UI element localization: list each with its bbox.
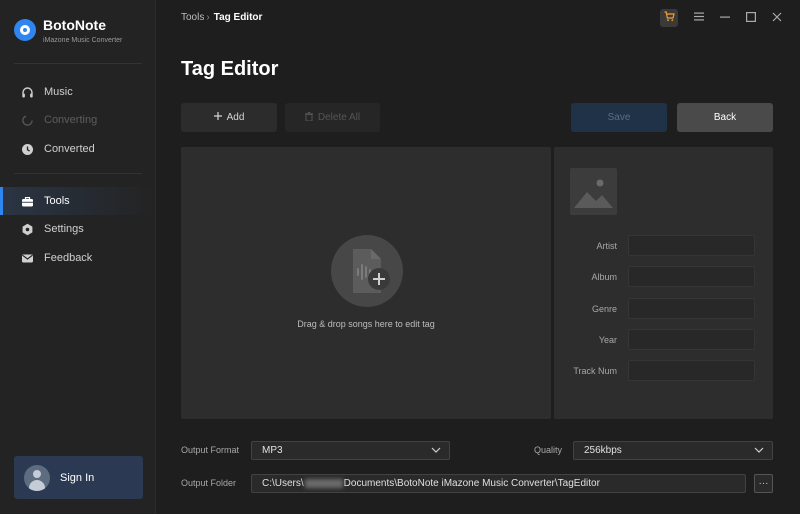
- toolbox-icon: [21, 195, 34, 208]
- output-folder-field[interactable]: C:\Users\ Documents\BotoNote iMazone Mus…: [251, 474, 746, 493]
- drop-zone[interactable]: Drag & drop songs here to edit tag: [181, 147, 551, 419]
- cart-button[interactable]: [660, 9, 678, 27]
- chevron-down-icon: [754, 446, 764, 457]
- output-folder-suffix: Documents\BotoNote iMazone Music Convert…: [343, 478, 600, 489]
- back-button[interactable]: Back: [677, 103, 773, 132]
- sidebar-item-label: Converting: [44, 114, 98, 126]
- track-num-field[interactable]: [628, 360, 755, 381]
- sidebar-item-label: Tools: [44, 195, 70, 207]
- app-name: BotoNote: [43, 17, 106, 33]
- sidebar-item-label: Settings: [44, 223, 84, 235]
- sidebar-item-label: Music: [44, 86, 73, 98]
- sidebar: BotoNote iMazone Music Converter Music C…: [0, 0, 156, 514]
- gear-icon: [21, 223, 34, 236]
- app-logo-icon: [14, 19, 36, 41]
- drop-zone-text: Drag & drop songs here to edit tag: [297, 319, 435, 329]
- page-title: Tag Editor: [181, 58, 279, 80]
- breadcrumb-separator: ›: [206, 12, 210, 23]
- app-subtitle: iMazone Music Converter: [43, 37, 123, 44]
- sign-in-button[interactable]: Sign In: [14, 456, 143, 499]
- image-icon: [570, 179, 617, 219]
- sidebar-item-label: Converted: [44, 143, 95, 155]
- sidebar-item-converted[interactable]: Converted: [0, 135, 155, 163]
- cart-icon: [664, 9, 675, 27]
- breadcrumb-parent[interactable]: Tools: [181, 12, 204, 23]
- output-format-value: MP3: [262, 445, 283, 456]
- minimize-button[interactable]: [712, 9, 738, 27]
- output-folder-prefix: C:\Users\: [262, 478, 304, 489]
- sign-in-label: Sign In: [60, 471, 95, 484]
- add-button-label: Add: [226, 112, 245, 123]
- track-num-label: Track Num: [573, 366, 617, 376]
- save-button[interactable]: Save: [571, 103, 667, 132]
- delete-all-button-label: Delete All: [317, 112, 361, 123]
- add-button[interactable]: Add: [181, 103, 277, 132]
- breadcrumb: Tools › Tag Editor: [181, 12, 262, 23]
- clock-icon: [21, 143, 34, 156]
- year-field[interactable]: [628, 329, 755, 350]
- sidebar-item-settings[interactable]: Settings: [0, 215, 155, 243]
- genre-field[interactable]: [628, 298, 755, 319]
- output-folder-label: Output Folder: [181, 478, 237, 488]
- artist-field[interactable]: [628, 235, 755, 256]
- sidebar-item-tools[interactable]: Tools: [0, 187, 155, 215]
- brand-header: BotoNote iMazone Music Converter: [14, 16, 122, 44]
- add-audio-file-icon: [331, 235, 403, 307]
- trash-icon: [304, 111, 313, 124]
- minimize-icon: [720, 12, 730, 25]
- avatar: [24, 464, 50, 491]
- menu-button[interactable]: [686, 9, 712, 27]
- year-label: Year: [598, 335, 617, 345]
- quality-select[interactable]: 256kbps: [573, 441, 773, 460]
- album-field[interactable]: [628, 266, 755, 287]
- sidebar-item-feedback[interactable]: Feedback: [0, 244, 155, 272]
- album-label: Album: [591, 272, 617, 282]
- delete-all-button[interactable]: Delete All: [285, 103, 380, 132]
- maximize-icon: [746, 11, 757, 25]
- close-icon: [772, 12, 782, 25]
- spinner-icon: [21, 114, 34, 127]
- sidebar-item-label: Feedback: [44, 252, 93, 264]
- quality-value: 256kbps: [584, 445, 622, 456]
- sidebar-item-music[interactable]: Music: [0, 78, 155, 106]
- headphones-icon: [21, 86, 34, 99]
- breadcrumb-current: Tag Editor: [213, 12, 263, 23]
- sidebar-item-converting[interactable]: Converting: [0, 106, 155, 134]
- envelope-icon: [21, 252, 34, 265]
- tag-panel: Artist Album Genre Year Track Num: [554, 147, 773, 419]
- genre-label: Genre: [591, 304, 617, 314]
- browse-folder-button[interactable]: ···: [754, 474, 773, 493]
- output-format-label: Output Format: [181, 445, 240, 455]
- quality-label: Quality: [534, 445, 563, 455]
- sidebar-divider: [14, 173, 142, 174]
- maximize-button[interactable]: [738, 9, 764, 27]
- window-controls: [660, 9, 790, 27]
- sidebar-divider: [14, 63, 142, 64]
- redacted-username: [304, 479, 343, 488]
- cover-art-placeholder[interactable]: [570, 168, 617, 215]
- chevron-down-icon: [431, 446, 441, 457]
- output-format-select[interactable]: MP3: [251, 441, 450, 460]
- artist-label: Artist: [596, 241, 617, 251]
- menu-icon: [694, 12, 704, 24]
- close-button[interactable]: [764, 9, 790, 27]
- plus-icon: [213, 112, 222, 123]
